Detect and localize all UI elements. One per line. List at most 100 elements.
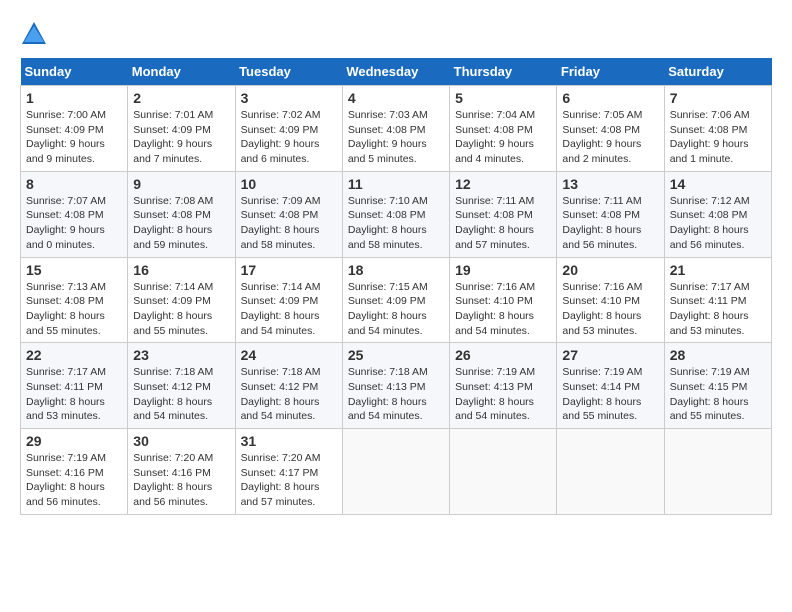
day-cell: 15 Sunrise: 7:13 AMSunset: 4:08 PMDayligh… xyxy=(21,257,128,343)
day-number: 8 xyxy=(26,176,122,192)
day-detail: Sunrise: 7:14 AMSunset: 4:09 PMDaylight:… xyxy=(133,280,229,339)
day-cell: 18 Sunrise: 7:15 AMSunset: 4:09 PMDayligh… xyxy=(342,257,449,343)
day-number: 2 xyxy=(133,90,229,106)
day-number: 1 xyxy=(26,90,122,106)
day-number: 31 xyxy=(241,433,337,449)
day-cell: 6 Sunrise: 7:05 AMSunset: 4:08 PMDaylight… xyxy=(557,86,664,172)
day-cell: 7 Sunrise: 7:06 AMSunset: 4:08 PMDaylight… xyxy=(664,86,771,172)
weekday-header-saturday: Saturday xyxy=(664,58,771,86)
header xyxy=(20,20,772,48)
day-cell: 25 Sunrise: 7:18 AMSunset: 4:13 PMDayligh… xyxy=(342,343,449,429)
day-detail: Sunrise: 7:11 AMSunset: 4:08 PMDaylight:… xyxy=(562,194,658,253)
logo-icon xyxy=(20,20,48,48)
day-detail: Sunrise: 7:19 AMSunset: 4:16 PMDaylight:… xyxy=(26,451,122,510)
weekday-header-sunday: Sunday xyxy=(21,58,128,86)
day-number: 3 xyxy=(241,90,337,106)
day-number: 19 xyxy=(455,262,551,278)
day-cell: 22Sunrise: 7:17 AMSunset: 4:11 PMDayligh… xyxy=(21,343,128,429)
day-number: 13 xyxy=(562,176,658,192)
day-number: 4 xyxy=(348,90,444,106)
day-detail: Sunrise: 7:19 AMSunset: 4:13 PMDaylight:… xyxy=(455,365,551,424)
week-row-3: 15 Sunrise: 7:13 AMSunset: 4:08 PMDayligh… xyxy=(21,257,772,343)
calendar-table: SundayMondayTuesdayWednesdayThursdayFrid… xyxy=(20,58,772,515)
day-number: 7 xyxy=(670,90,766,106)
day-cell: 3 Sunrise: 7:02 AMSunset: 4:09 PMDaylight… xyxy=(235,86,342,172)
day-cell: 16 Sunrise: 7:14 AMSunset: 4:09 PMDayligh… xyxy=(128,257,235,343)
day-detail: Sunrise: 7:16 AMSunset: 4:10 PMDaylight:… xyxy=(562,280,658,339)
weekday-header-tuesday: Tuesday xyxy=(235,58,342,86)
day-cell: 8Sunrise: 7:07 AMSunset: 4:08 PMDaylight… xyxy=(21,171,128,257)
day-cell: 24 Sunrise: 7:18 AMSunset: 4:12 PMDayligh… xyxy=(235,343,342,429)
day-cell: 14 Sunrise: 7:12 AMSunset: 4:08 PMDayligh… xyxy=(664,171,771,257)
day-detail: Sunrise: 7:00 AMSunset: 4:09 PMDaylight:… xyxy=(26,108,122,167)
day-cell: 20Sunrise: 7:16 AMSunset: 4:10 PMDayligh… xyxy=(557,257,664,343)
day-number: 21 xyxy=(670,262,766,278)
day-number: 11 xyxy=(348,176,444,192)
day-detail: Sunrise: 7:05 AMSunset: 4:08 PMDaylight:… xyxy=(562,108,658,167)
day-cell: 5 Sunrise: 7:04 AMSunset: 4:08 PMDaylight… xyxy=(450,86,557,172)
weekday-header-wednesday: Wednesday xyxy=(342,58,449,86)
day-cell: 11 Sunrise: 7:10 AMSunset: 4:08 PMDayligh… xyxy=(342,171,449,257)
day-number: 26 xyxy=(455,347,551,363)
week-row-4: 22Sunrise: 7:17 AMSunset: 4:11 PMDayligh… xyxy=(21,343,772,429)
day-detail: Sunrise: 7:18 AMSunset: 4:12 PMDaylight:… xyxy=(241,365,337,424)
day-detail: Sunrise: 7:20 AMSunset: 4:16 PMDaylight:… xyxy=(133,451,229,510)
weekday-header-row: SundayMondayTuesdayWednesdayThursdayFrid… xyxy=(21,58,772,86)
day-cell xyxy=(664,429,771,515)
day-detail: Sunrise: 7:09 AMSunset: 4:08 PMDaylight:… xyxy=(241,194,337,253)
day-detail: Sunrise: 7:10 AMSunset: 4:08 PMDaylight:… xyxy=(348,194,444,253)
day-detail: Sunrise: 7:03 AMSunset: 4:08 PMDaylight:… xyxy=(348,108,444,167)
day-cell: 10 Sunrise: 7:09 AMSunset: 4:08 PMDayligh… xyxy=(235,171,342,257)
day-detail: Sunrise: 7:18 AMSunset: 4:13 PMDaylight:… xyxy=(348,365,444,424)
logo xyxy=(20,20,52,48)
day-number: 14 xyxy=(670,176,766,192)
day-detail: Sunrise: 7:17 AMSunset: 4:11 PMDaylight:… xyxy=(26,365,122,424)
day-cell: 4 Sunrise: 7:03 AMSunset: 4:08 PMDaylight… xyxy=(342,86,449,172)
day-detail: Sunrise: 7:17 AMSunset: 4:11 PMDaylight:… xyxy=(670,280,766,339)
day-number: 23 xyxy=(133,347,229,363)
day-detail: Sunrise: 7:04 AMSunset: 4:08 PMDaylight:… xyxy=(455,108,551,167)
day-detail: Sunrise: 7:13 AMSunset: 4:08 PMDaylight:… xyxy=(26,280,122,339)
day-number: 29 xyxy=(26,433,122,449)
day-cell: 23 Sunrise: 7:18 AMSunset: 4:12 PMDayligh… xyxy=(128,343,235,429)
day-cell: 29 Sunrise: 7:19 AMSunset: 4:16 PMDayligh… xyxy=(21,429,128,515)
day-number: 24 xyxy=(241,347,337,363)
day-cell: 27Sunrise: 7:19 AMSunset: 4:14 PMDayligh… xyxy=(557,343,664,429)
day-cell: 30Sunrise: 7:20 AMSunset: 4:16 PMDayligh… xyxy=(128,429,235,515)
day-cell: 1 Sunrise: 7:00 AMSunset: 4:09 PMDaylight… xyxy=(21,86,128,172)
day-detail: Sunrise: 7:19 AMSunset: 4:15 PMDaylight:… xyxy=(670,365,766,424)
day-number: 15 xyxy=(26,262,122,278)
day-number: 25 xyxy=(348,347,444,363)
day-detail: Sunrise: 7:08 AMSunset: 4:08 PMDaylight:… xyxy=(133,194,229,253)
day-detail: Sunrise: 7:20 AMSunset: 4:17 PMDaylight:… xyxy=(241,451,337,510)
day-detail: Sunrise: 7:18 AMSunset: 4:12 PMDaylight:… xyxy=(133,365,229,424)
day-number: 27 xyxy=(562,347,658,363)
day-number: 5 xyxy=(455,90,551,106)
day-detail: Sunrise: 7:14 AMSunset: 4:09 PMDaylight:… xyxy=(241,280,337,339)
weekday-header-friday: Friday xyxy=(557,58,664,86)
day-cell xyxy=(450,429,557,515)
day-cell: 9Sunrise: 7:08 AMSunset: 4:08 PMDaylight… xyxy=(128,171,235,257)
day-number: 17 xyxy=(241,262,337,278)
day-number: 16 xyxy=(133,262,229,278)
week-row-1: 1 Sunrise: 7:00 AMSunset: 4:09 PMDaylight… xyxy=(21,86,772,172)
day-cell: 31 Sunrise: 7:20 AMSunset: 4:17 PMDayligh… xyxy=(235,429,342,515)
day-detail: Sunrise: 7:06 AMSunset: 4:08 PMDaylight:… xyxy=(670,108,766,167)
day-cell: 19 Sunrise: 7:16 AMSunset: 4:10 PMDayligh… xyxy=(450,257,557,343)
day-detail: Sunrise: 7:01 AMSunset: 4:09 PMDaylight:… xyxy=(133,108,229,167)
day-detail: Sunrise: 7:15 AMSunset: 4:09 PMDaylight:… xyxy=(348,280,444,339)
day-detail: Sunrise: 7:02 AMSunset: 4:09 PMDaylight:… xyxy=(241,108,337,167)
day-number: 6 xyxy=(562,90,658,106)
day-cell: 13 Sunrise: 7:11 AMSunset: 4:08 PMDayligh… xyxy=(557,171,664,257)
day-cell: 2 Sunrise: 7:01 AMSunset: 4:09 PMDaylight… xyxy=(128,86,235,172)
day-cell xyxy=(557,429,664,515)
day-number: 18 xyxy=(348,262,444,278)
day-detail: Sunrise: 7:11 AMSunset: 4:08 PMDaylight:… xyxy=(455,194,551,253)
day-cell: 21 Sunrise: 7:17 AMSunset: 4:11 PMDayligh… xyxy=(664,257,771,343)
day-number: 28 xyxy=(670,347,766,363)
day-cell: 28 Sunrise: 7:19 AMSunset: 4:15 PMDayligh… xyxy=(664,343,771,429)
day-number: 10 xyxy=(241,176,337,192)
day-detail: Sunrise: 7:16 AMSunset: 4:10 PMDaylight:… xyxy=(455,280,551,339)
day-detail: Sunrise: 7:12 AMSunset: 4:08 PMDaylight:… xyxy=(670,194,766,253)
day-cell xyxy=(342,429,449,515)
